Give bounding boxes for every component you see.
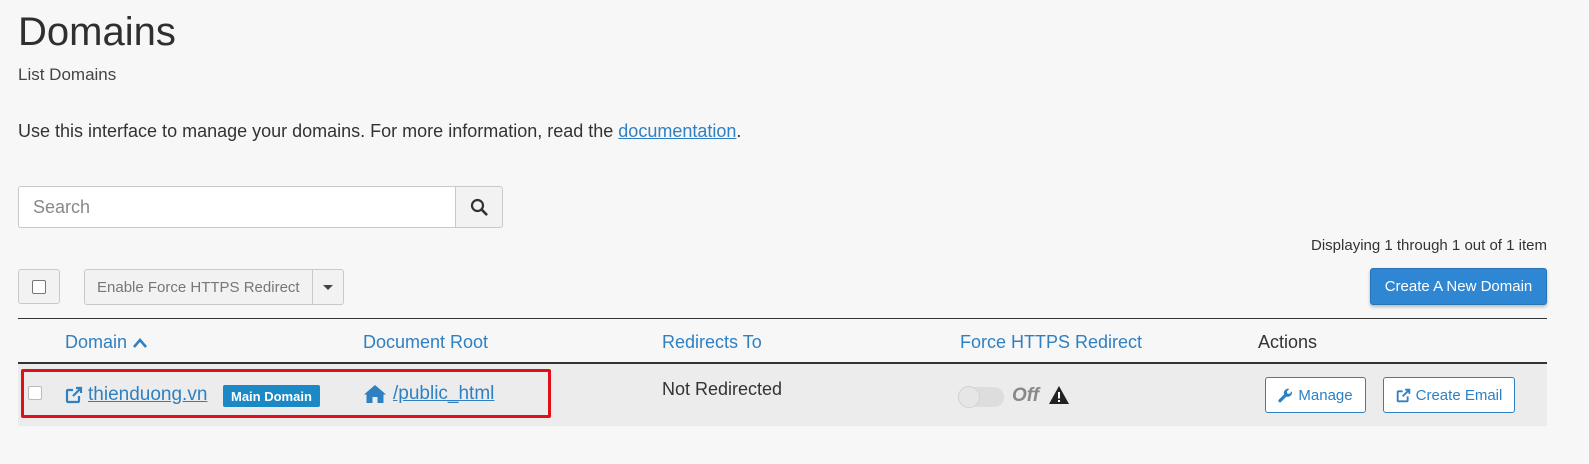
search-bar	[18, 186, 503, 228]
create-email-button[interactable]: Create Email	[1383, 377, 1515, 413]
intro-sentence: Use this interface to manage your domain…	[18, 121, 619, 141]
enable-force-https-button[interactable]: Enable Force HTTPS Redirect	[84, 269, 313, 305]
caret-down-icon	[322, 284, 333, 290]
page-subtitle: List Domains	[18, 65, 117, 84]
main-domain-badge: Main Domain	[223, 385, 320, 407]
sort-asc-icon	[133, 338, 148, 349]
table-row: thienduong.vn Main Domain /public_html N…	[18, 364, 1547, 426]
column-header-force-https[interactable]: Force HTTPS Redirect	[960, 331, 1142, 353]
search-button[interactable]	[455, 186, 503, 228]
create-new-domain-button[interactable]: Create A New Domain	[1370, 268, 1547, 305]
warning-icon[interactable]	[1048, 385, 1070, 405]
bulk-action-group: Enable Force HTTPS Redirect	[84, 269, 344, 305]
home-icon	[364, 385, 386, 403]
documentation-link[interactable]: documentation	[618, 121, 736, 141]
search-icon	[470, 198, 488, 216]
page-title: Domains	[18, 10, 176, 54]
wrench-icon	[1278, 388, 1293, 402]
domains-table: Domain Document Root Redirects To Force …	[18, 318, 1547, 426]
select-all-checkbox[interactable]	[32, 279, 46, 294]
select-all-checkbox-button[interactable]	[18, 269, 60, 304]
redirect-status: Not Redirected	[662, 379, 783, 399]
table-header: Domain Document Root Redirects To Force …	[18, 319, 1547, 364]
pagination-info: Displaying 1 through 1 out of 1 item	[1311, 237, 1547, 254]
document-root-path: /public_html	[393, 383, 495, 404]
domain-name: thienduong.vn	[88, 384, 208, 405]
external-link-icon	[1396, 388, 1410, 402]
create-email-button-label: Create Email	[1415, 386, 1503, 404]
manage-button[interactable]: Manage	[1265, 377, 1366, 413]
domain-link[interactable]: thienduong.vn	[65, 383, 207, 407]
force-https-state: Off	[1012, 385, 1040, 406]
toggle-knob	[958, 386, 980, 408]
column-header-actions: Actions	[1258, 332, 1318, 352]
bulk-action-dropdown-toggle[interactable]	[312, 269, 344, 305]
intro-suffix: .	[736, 121, 742, 141]
row-checkbox[interactable]	[28, 386, 42, 400]
search-input[interactable]	[18, 186, 455, 228]
intro-text: Use this interface to manage your domain…	[18, 119, 741, 143]
column-header-domain[interactable]: Domain	[65, 331, 148, 353]
external-link-icon	[65, 386, 83, 404]
column-header-document-root[interactable]: Document Root	[363, 331, 488, 353]
column-header-domain-label: Domain	[65, 332, 128, 352]
document-root-link[interactable]: /public_html	[363, 382, 494, 406]
force-https-toggle[interactable]	[958, 386, 1004, 408]
column-header-redirects-to[interactable]: Redirects To	[662, 331, 762, 353]
manage-button-label: Manage	[1298, 386, 1353, 404]
